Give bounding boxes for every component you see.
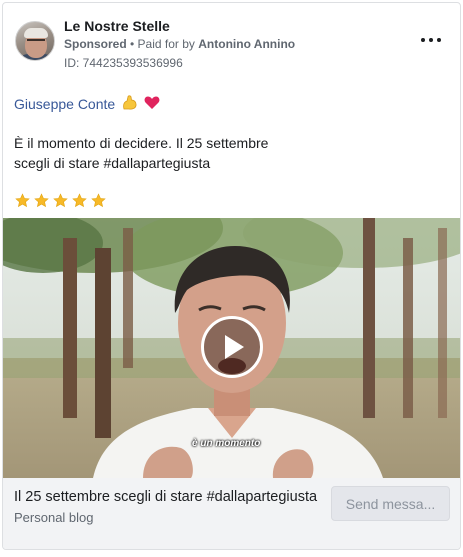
star-rating xyxy=(15,193,106,208)
post-body-line-1: È il momento di decidere. Il 25 settembr… xyxy=(14,135,269,151)
play-icon xyxy=(225,335,244,359)
more-horizontal-icon xyxy=(421,38,425,42)
link-headline[interactable]: Il 25 settembre scegli di stare #dallapa… xyxy=(14,489,329,505)
ad-card: Le Nostre Stelle Sponsored • Paid for by… xyxy=(2,2,461,550)
video-caption: è un momento xyxy=(192,438,261,449)
ad-id: ID: 744235393536996 xyxy=(64,56,183,70)
play-button[interactable] xyxy=(201,316,263,378)
sponsored-label: Sponsored xyxy=(64,37,127,51)
link-subtitle: Personal blog xyxy=(14,510,94,525)
page-name[interactable]: Le Nostre Stelle xyxy=(64,18,170,34)
red-heart-icon xyxy=(144,95,160,113)
author-line: Giuseppe Conte xyxy=(14,94,160,114)
paid-for-name[interactable]: Antonino Annino xyxy=(198,37,295,51)
star-icon xyxy=(91,193,106,208)
paid-for-prefix: Paid for by xyxy=(137,37,195,51)
star-icon xyxy=(34,193,49,208)
meta-separator: • xyxy=(126,37,138,51)
star-icon xyxy=(72,193,87,208)
author-name[interactable]: Giuseppe Conte xyxy=(14,96,115,112)
star-icon xyxy=(15,193,30,208)
page-avatar[interactable] xyxy=(15,21,55,61)
post-body: È il momento di decidere. Il 25 settembr… xyxy=(14,133,444,173)
sponsored-line: Sponsored • Paid for by Antonino Annino xyxy=(64,37,295,51)
video-player[interactable]: è un momento xyxy=(3,218,460,478)
star-icon xyxy=(53,193,68,208)
more-options-button[interactable] xyxy=(421,33,441,47)
flexed-biceps-icon xyxy=(121,94,138,114)
link-footer[interactable]: Il 25 settembre scegli di stare #dallapa… xyxy=(3,478,460,549)
post-body-line-2: scegli di stare #dallapartegiusta xyxy=(14,155,211,171)
send-message-button[interactable]: Send messa... xyxy=(331,486,450,521)
